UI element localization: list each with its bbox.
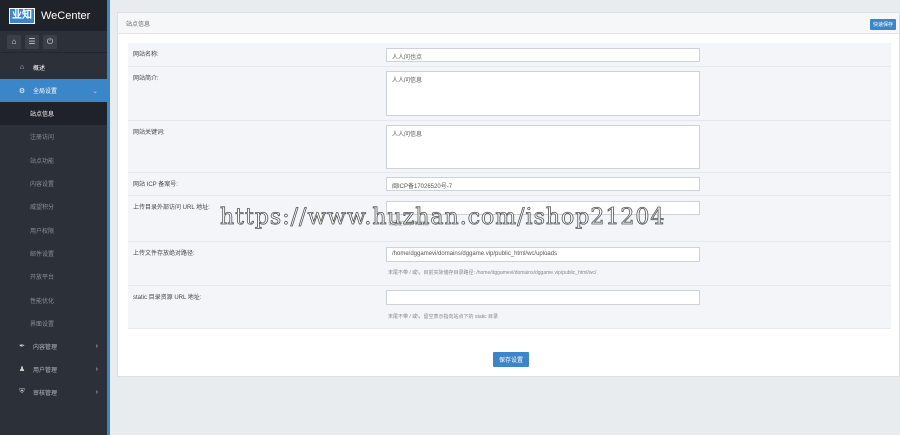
sidebar-subitem-permissions[interactable]: 用户权限 [0, 218, 107, 241]
site-name-input[interactable]: 人人问也点 [386, 48, 700, 62]
sidebar-item-label: 概述 [33, 66, 46, 72]
form-row-static-url: static 目录资源 URL 地址: 末尾不带 / 或\，留空表示指向站点下的… [128, 286, 891, 329]
upload-dir-hint: 末尾不带 / 或\，目前实际储存目录路径: /home/dggamevi/dom… [388, 270, 597, 276]
form-row-upload-dir: 上传文件存放绝对路径: /home/dggamevi/domains/dggam… [128, 242, 891, 286]
sidebar-subitem-content[interactable]: 内容设置 [0, 172, 107, 195]
upload-dir-input[interactable]: /home/dggamevi/domains/dggame.vip/public… [386, 247, 700, 262]
sidebar-subitem-performance[interactable]: 性能优化 [0, 288, 107, 311]
sidebar-item-user-management[interactable]: ♟ 用户管理 › [0, 358, 107, 381]
chevron-right-icon: › [95, 388, 98, 396]
logo-mark: 业知 [9, 7, 35, 24]
gear-icon: ⚙ [18, 87, 26, 95]
sidebar-item-label: 内容管理 [33, 344, 58, 351]
sidebar: 业知 WeCenter ⌂ ☰ ⏻ ⌂ 概述 ⚙ 全局设置 ⌄ 站点信息 注册访… [0, 0, 110, 435]
icp-label: 网站 ICP 备案号: [133, 182, 178, 188]
site-keywords-textarea[interactable]: 人人问信息 [386, 125, 700, 169]
site-keywords-label: 网站关键词: [133, 130, 165, 136]
sidebar-item-global-settings[interactable]: ⚙ 全局设置 ⌄ [0, 79, 107, 102]
sidebar-subitem-interface[interactable]: 界面设置 [0, 312, 107, 335]
upload-url-label: 上传目录外部访问 URL 地址: [133, 205, 210, 211]
main-panel: 站点信息 快速保存 网站名称: 人人问也点 网站简介: 人人问信息 网站关键词:… [117, 12, 900, 377]
chevron-down-icon: ⌄ [92, 87, 98, 95]
sidebar-subitem-features[interactable]: 站点功能 [0, 149, 107, 172]
sidebar-toolbar: ⌂ ☰ ⏻ [0, 31, 107, 53]
sidebar-item-label: 审核管理 [33, 390, 58, 397]
sidebar-item-content-management[interactable]: ✒ 内容管理 › [0, 335, 107, 358]
upload-url-input[interactable] [386, 201, 700, 215]
static-url-hint: 末尾不带 / 或\，留空表示指向站点下的 static 目录 [388, 314, 499, 320]
sidebar-subitem-mail[interactable]: 邮件设置 [0, 242, 107, 265]
home-icon[interactable]: ⌂ [7, 34, 21, 49]
form-row-site-keywords: 网站关键词: 人人问信息 [128, 121, 891, 173]
page-footer [112, 385, 900, 435]
sidebar-item-label: 用户管理 [33, 367, 58, 374]
sidebar-subitem-open-platform[interactable]: 开放平台 [0, 265, 107, 288]
form-row-site-intro: 网站简介: 人人问信息 [128, 67, 891, 121]
static-url-label: static 目录资源 URL 地址: [133, 295, 202, 301]
site-intro-textarea[interactable]: 人人问信息 [386, 71, 700, 116]
sidebar-item-review-management[interactable]: ⛨ 审核管理 › [0, 381, 107, 404]
icp-input[interactable]: 闽ICP备17026520号-7 [386, 177, 700, 191]
chevron-right-icon: › [95, 365, 98, 373]
sidebar-subitem-site-info[interactable]: 站点信息 [0, 102, 107, 126]
panel-header: 站点信息 快速保存 [118, 13, 899, 34]
app-name: WeCenter [41, 9, 91, 22]
form-row-site-name: 网站名称: 人人问也点 [128, 43, 891, 67]
pen-icon: ✒ [19, 343, 25, 351]
static-url-input[interactable] [386, 290, 700, 305]
power-icon[interactable]: ⏻ [43, 34, 57, 49]
sidebar-subitem-register[interactable]: 注册访问 [0, 125, 107, 148]
site-name-label: 网站名称: [133, 52, 159, 58]
upload-dir-label: 上传文件存放绝对路径: [133, 251, 195, 257]
sidebar-item-home[interactable]: ⌂ 概述 [0, 56, 107, 79]
home-icon: ⌂ [19, 64, 25, 71]
sidebar-subitem-points[interactable]: 威望积分 [0, 195, 107, 218]
sidebar-item-label: 全局设置 [33, 89, 58, 95]
quick-save-button[interactable]: 快速保存 [869, 19, 896, 30]
form-row-upload-url: 上传目录外部访问 URL 地址: 请留空表示不启用 [128, 196, 891, 242]
site-intro-label: 网站简介: [133, 76, 159, 82]
save-settings-button[interactable]: 保存设置 [493, 352, 530, 367]
list-icon[interactable]: ☰ [25, 34, 39, 49]
shield-icon: ⛨ [19, 388, 25, 396]
logo[interactable]: 业知 WeCenter [0, 0, 107, 31]
page-title: 站点信息 [126, 21, 151, 28]
form-row-icp: 网站 ICP 备案号: 闽ICP备17026520号-7 [128, 173, 891, 196]
chevron-right-icon: › [95, 342, 98, 350]
user-icon: ♟ [18, 366, 26, 374]
upload-url-hint: 请留空表示不启用 [388, 221, 429, 227]
